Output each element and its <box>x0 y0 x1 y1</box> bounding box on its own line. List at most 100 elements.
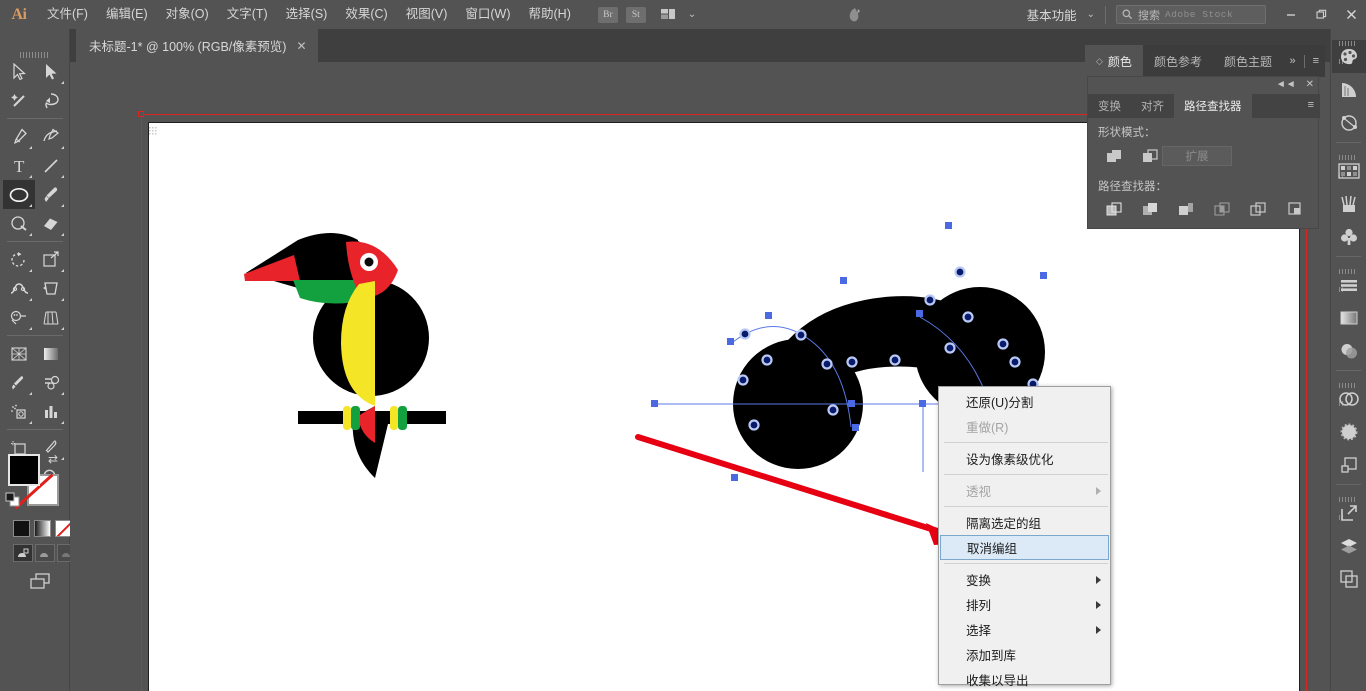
artboard-corner-handle[interactable] <box>138 111 144 117</box>
brushes-panel-icon[interactable] <box>1332 187 1366 220</box>
layers-panel-icon[interactable] <box>1332 529 1366 562</box>
dock-grip-5[interactable] <box>1338 489 1359 520</box>
eyedropper-tool[interactable] <box>3 368 35 397</box>
arrange-chevron-down-icon[interactable]: ⌄ <box>688 9 696 20</box>
panel-menu-icon[interactable]: ≡ <box>1313 55 1319 67</box>
minus-back-button[interactable] <box>1276 198 1312 220</box>
pen-tool[interactable] <box>3 122 35 151</box>
window-close-button[interactable] <box>1336 0 1366 29</box>
line-segment-tool[interactable] <box>35 151 67 180</box>
dock-grip[interactable] <box>1338 33 1359 64</box>
gradient-panel-icon[interactable] <box>1332 301 1366 334</box>
align-panel-icon[interactable] <box>1332 268 1366 301</box>
window-restore-button[interactable] <box>1306 0 1336 29</box>
transparency-panel-icon[interactable] <box>1332 334 1366 367</box>
swap-fill-stroke-icon[interactable]: ⇄ <box>48 452 58 466</box>
toucan-illustration[interactable] <box>238 228 468 488</box>
transform-panel-icon[interactable] <box>1332 448 1366 481</box>
context-menu[interactable]: 还原(U)分割 重做(R) 设为像素级优化 透视 隔离选定的组 取消编组 变换 … <box>938 386 1111 688</box>
close-icon[interactable]: ✕ <box>296 40 306 52</box>
merge-button[interactable] <box>1168 198 1204 220</box>
document-tab[interactable]: 未标题-1* @ 100% (RGB/像素预览) ✕ <box>76 29 318 62</box>
default-fill-stroke-icon[interactable] <box>5 492 21 513</box>
curvature-tool[interactable] <box>35 122 67 151</box>
mesh-tool[interactable] <box>3 339 35 368</box>
creative-cloud-libraries-icon[interactable] <box>1332 382 1366 415</box>
export-panel-icon[interactable] <box>1332 496 1366 529</box>
pathfinder-panel-icon[interactable] <box>1332 106 1366 139</box>
ctx-arrange[interactable]: 排列 <box>939 592 1110 617</box>
dock-grip-3[interactable] <box>1338 261 1359 292</box>
crop-button[interactable] <box>1204 198 1240 220</box>
menu-file[interactable]: 文件(F) <box>38 0 97 29</box>
symbol-sprayer-tool[interactable] <box>3 397 35 426</box>
ctx-select[interactable]: 选择 <box>939 617 1110 642</box>
ctx-transform[interactable]: 变换 <box>939 567 1110 592</box>
expand-button[interactable]: 扩展 <box>1162 146 1232 166</box>
artboards-panel-icon[interactable] <box>1332 562 1366 595</box>
close-panel-icon[interactable]: ✕ <box>1306 79 1314 90</box>
menu-effect[interactable]: 效果(C) <box>336 0 396 29</box>
fill-color-swatch[interactable] <box>8 454 40 486</box>
column-graph-tool[interactable] <box>35 397 67 426</box>
expand-panel-icon[interactable]: » <box>1289 55 1295 67</box>
free-transform-tool[interactable] <box>35 274 67 303</box>
trim-button[interactable] <box>1132 198 1168 220</box>
stock-button[interactable]: St <box>625 6 646 23</box>
width-tool[interactable] <box>3 274 35 303</box>
menu-object[interactable]: 对象(O) <box>157 0 218 29</box>
ctx-add-to-library[interactable]: 添加到库 <box>939 642 1110 667</box>
tab-color-themes[interactable]: 颜色主题 <box>1213 45 1283 77</box>
tab-pathfinder[interactable]: 路径查找器 <box>1174 94 1252 118</box>
ctx-ungroup[interactable]: 取消编组 <box>940 535 1109 560</box>
ctx-isolate-selected-group[interactable]: 隔离选定的组 <box>939 510 1110 535</box>
dock-grip-4[interactable] <box>1338 375 1359 406</box>
lasso-tool[interactable] <box>35 86 67 115</box>
tab-transform[interactable]: 变换 <box>1088 94 1131 118</box>
menu-select[interactable]: 选择(S) <box>277 0 337 29</box>
menu-window[interactable]: 窗口(W) <box>456 0 519 29</box>
window-minimize-button[interactable] <box>1276 0 1306 29</box>
power-icon[interactable] <box>846 6 866 24</box>
ctx-undo[interactable]: 还原(U)分割 <box>939 389 1110 414</box>
menu-edit[interactable]: 编辑(E) <box>97 0 157 29</box>
eraser-tool[interactable] <box>35 209 67 238</box>
tab-color-guide[interactable]: 颜色参考 <box>1143 45 1213 77</box>
collapse-panel-icon[interactable]: ◄◄ <box>1276 79 1296 90</box>
scale-tool[interactable] <box>35 245 67 274</box>
perspective-grid-tool[interactable] <box>35 303 67 332</box>
paintbrush-tool[interactable] <box>35 180 67 209</box>
normal-screen-mode-button[interactable] <box>13 544 33 562</box>
toolbar-expand-icon[interactable] <box>28 572 54 597</box>
toolbar-grip[interactable] <box>20 45 50 58</box>
menu-view[interactable]: 视图(V) <box>397 0 457 29</box>
gradient-swatch-button[interactable] <box>34 520 51 537</box>
search-adobe-stock-input[interactable]: 搜索 Adobe Stock <box>1116 5 1266 24</box>
direct-selection-tool[interactable] <box>35 57 67 86</box>
full-screen-menu-mode-button[interactable] <box>35 544 55 562</box>
menu-type[interactable]: 文字(T) <box>218 0 277 29</box>
outline-button[interactable] <box>1240 198 1276 220</box>
color-swatch-button[interactable] <box>13 520 30 537</box>
ctx-collect-for-export[interactable]: 收集以导出 <box>939 667 1110 691</box>
menu-help[interactable]: 帮助(H) <box>520 0 580 29</box>
selection-tool[interactable] <box>3 57 35 86</box>
tab-align[interactable]: 对齐 <box>1131 94 1174 118</box>
symbols-panel-icon[interactable] <box>1332 220 1366 253</box>
type-tool[interactable]: T <box>3 151 35 180</box>
bridge-button[interactable]: Br <box>597 6 618 23</box>
unite-button[interactable] <box>1096 145 1132 167</box>
pathfinder-panel-menu-icon[interactable]: ≡ <box>1308 99 1314 111</box>
color-guide-panel-icon[interactable] <box>1332 73 1366 106</box>
ctx-make-pixel-perfect[interactable]: 设为像素级优化 <box>939 446 1110 471</box>
shape-builder-tool[interactable] <box>3 303 35 332</box>
blend-tool[interactable] <box>35 368 67 397</box>
gradient-tool[interactable] <box>35 339 67 368</box>
arrange-documents-icon[interactable] <box>660 7 682 23</box>
stroke-panel-icon[interactable] <box>1332 415 1366 448</box>
color-panel-icon[interactable] <box>1331 40 1366 73</box>
tab-color[interactable]: ◇ 颜色 <box>1085 45 1143 77</box>
workspace-switcher[interactable]: 基本功能 <box>1023 5 1081 24</box>
swatches-panel-icon[interactable] <box>1332 154 1366 187</box>
magic-wand-tool[interactable] <box>3 86 35 115</box>
